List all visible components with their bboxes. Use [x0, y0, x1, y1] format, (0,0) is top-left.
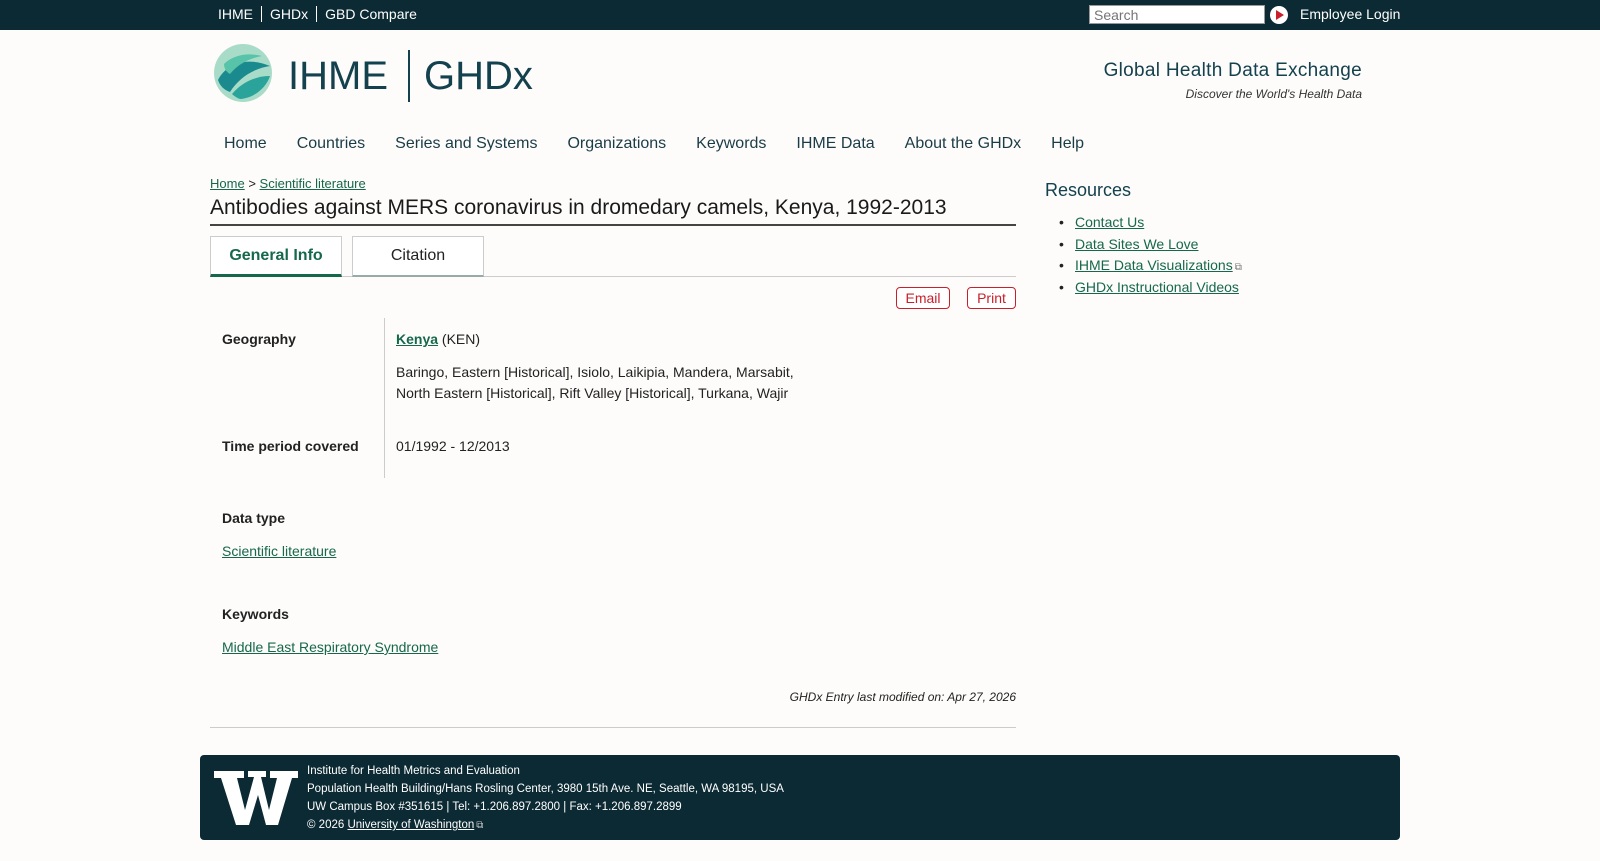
resource-contact-us[interactable]: Contact Us [1075, 214, 1144, 230]
breadcrumb-separator: > [248, 176, 256, 191]
footer-address: Population Health Building/Hans Rosling … [307, 783, 784, 795]
resource-videos[interactable]: GHDx Instructional Videos [1075, 279, 1239, 295]
last-modified: GHDx Entry last modified on: Apr 27, 202… [789, 690, 1016, 704]
print-button[interactable]: Print [967, 287, 1016, 309]
geography-regions: Baringo, Eastern [Historical], Isiolo, L… [396, 362, 794, 404]
email-button[interactable]: Email [896, 287, 950, 309]
nav-item-series-and-systems[interactable]: Series and Systems [395, 135, 537, 153]
resource-ihme-viz[interactable]: IHME Data Visualizations [1075, 257, 1233, 273]
nav-item-keywords[interactable]: Keywords [696, 135, 766, 153]
keyword-link[interactable]: Middle East Respiratory Syndrome [222, 639, 438, 655]
list-item: Contact Us [1045, 214, 1242, 230]
geography-country: Kenya (KEN) [396, 329, 480, 350]
nav-item-ihme-data[interactable]: IHME Data [796, 135, 874, 153]
breadcrumb-section[interactable]: Scientific literature [260, 176, 366, 191]
external-link-icon: ⧉ [476, 820, 484, 831]
nav-item-countries[interactable]: Countries [297, 135, 365, 153]
tagline-title: Global Health Data Exchange [1103, 60, 1362, 81]
main-nav: Home Countries Series and Systems Organi… [224, 135, 1114, 153]
resources-title: Resources [1045, 180, 1132, 200]
brand-wordmark[interactable]: IHME GHDx [288, 50, 533, 102]
page-title: Antibodies against MERS coronavirus in d… [210, 196, 1016, 226]
time-period-label: Time period covered [222, 438, 359, 454]
list-item: Data Sites We Love [1045, 236, 1242, 252]
geography-label: Geography [222, 331, 296, 347]
regions-line-2: North Eastern [Historical], Rift Valley … [396, 385, 789, 401]
keywords-label: Keywords [222, 606, 289, 622]
country-code: (KEN) [441, 331, 481, 347]
search-input[interactable] [1089, 5, 1265, 24]
breadcrumb: Home > Scientific literature [210, 176, 366, 191]
employee-login-link[interactable]: Employee Login [1300, 6, 1400, 22]
top-links: IHME GHDx GBD Compare [218, 6, 425, 22]
footer-contact: UW Campus Box #351615 | Tel: +1.206.897.… [307, 801, 682, 813]
brand-ihme: IHME [288, 53, 388, 98]
tab-general-info[interactable]: General Info [210, 236, 342, 277]
brand-ghdx: GHDx [424, 53, 533, 98]
external-link-icon: ⧉ [1234, 262, 1242, 273]
brand-divider [408, 50, 410, 102]
regions-line-1: Baringo, Eastern [Historical], Isiolo, L… [396, 364, 794, 380]
country-link[interactable]: Kenya [396, 331, 438, 347]
data-type-link[interactable]: Scientific literature [222, 543, 336, 559]
tagline-subtitle: Discover the World's Health Data [1185, 87, 1362, 101]
ihme-logo-icon[interactable] [212, 42, 274, 104]
play-arrow-icon [1276, 10, 1284, 20]
top-link-gbd-compare[interactable]: GBD Compare [317, 6, 425, 22]
data-type-label: Data type [222, 510, 286, 526]
uw-logo-icon[interactable] [214, 765, 298, 831]
resource-data-sites[interactable]: Data Sites We Love [1075, 236, 1198, 252]
footer-copyright: © 2026 [307, 819, 345, 831]
footer-text: Institute for Health Metrics and Evaluat… [307, 762, 784, 835]
top-link-ghdx[interactable]: GHDx [262, 6, 318, 22]
footer-copyright-line: © 2026 University of Washington ⧉ [307, 816, 784, 835]
time-period-value: 01/1992 - 12/2013 [396, 438, 510, 454]
nav-item-home[interactable]: Home [224, 135, 267, 153]
breadcrumb-home[interactable]: Home [210, 176, 245, 191]
search-submit-button[interactable] [1270, 6, 1288, 24]
content-divider [210, 727, 1016, 728]
footer: Institute for Health Metrics and Evaluat… [200, 755, 1400, 840]
list-item: GHDx Instructional Videos [1045, 279, 1242, 295]
tab-bar: General Info Citation [210, 236, 1016, 277]
nav-item-organizations[interactable]: Organizations [567, 135, 666, 153]
resources-list: Contact Us Data Sites We Love IHME Data … [1045, 214, 1242, 300]
uw-link[interactable]: University of Washington [347, 819, 474, 831]
site-tagline: Global Health Data Exchange Discover the… [1050, 60, 1362, 101]
table-divider [384, 318, 385, 478]
footer-institute: Institute for Health Metrics and Evaluat… [307, 765, 520, 777]
tab-citation[interactable]: Citation [352, 236, 484, 277]
list-item: IHME Data Visualizations⧉ [1045, 257, 1242, 273]
top-bar: IHME GHDx GBD Compare Employee Login [0, 0, 1600, 30]
nav-item-about[interactable]: About the GHDx [905, 135, 1022, 153]
nav-item-help[interactable]: Help [1051, 135, 1084, 153]
top-link-ihme[interactable]: IHME [218, 6, 262, 22]
